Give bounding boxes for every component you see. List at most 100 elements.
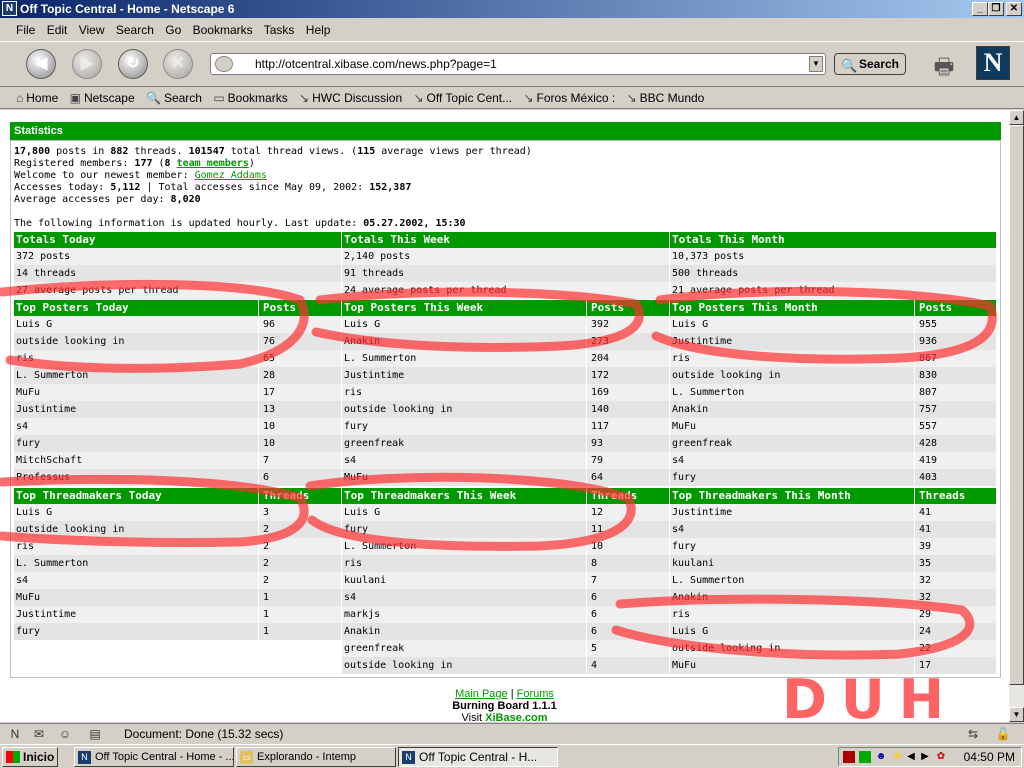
member-name[interactable]: kuulani	[672, 555, 914, 572]
member-name[interactable]: ris	[16, 538, 258, 555]
member-name[interactable]: ris	[16, 350, 258, 367]
task-off-topic-active[interactable]: N Off Topic Central - H...	[398, 747, 558, 767]
tray-icon[interactable]	[859, 751, 871, 763]
member-name[interactable]: MuFu	[16, 384, 258, 401]
member-name[interactable]: ris	[672, 606, 914, 623]
bookmark-foros[interactable]: ↘ Foros México :	[523, 87, 615, 109]
menu-tasks[interactable]: Tasks	[264, 23, 295, 37]
member-name[interactable]: Anakin	[344, 623, 586, 640]
scroll-down-icon[interactable]: ▼	[1009, 707, 1024, 722]
member-name[interactable]: fury	[672, 538, 914, 555]
member-name[interactable]: Luis G	[16, 504, 258, 521]
navigator-icon[interactable]: N	[6, 727, 24, 741]
member-name[interactable]: Luis G	[672, 623, 914, 640]
member-name[interactable]: ris	[344, 384, 586, 401]
bookmark-hwc[interactable]: ↘ HWC Discussion	[299, 87, 402, 109]
member-name[interactable]: Professus	[16, 469, 258, 486]
menu-help[interactable]: Help	[306, 23, 331, 37]
member-name[interactable]: markjs	[344, 606, 586, 623]
member-name[interactable]: Anakin	[672, 589, 914, 606]
member-name[interactable]: Anakin	[344, 333, 586, 350]
bookmark-bbc[interactable]: ↘ BBC Mundo	[627, 87, 705, 109]
back-arrow-icon[interactable]: ◀	[26, 49, 56, 79]
member-name[interactable]: MuFu	[344, 469, 586, 486]
scroll-up-icon[interactable]: ▲	[1009, 110, 1024, 125]
vertical-scrollbar[interactable]: ▲ ▼	[1009, 110, 1024, 722]
scroll-thumb[interactable]	[1009, 125, 1024, 685]
member-name[interactable]: fury	[344, 418, 586, 435]
member-name[interactable]: s4	[672, 521, 914, 538]
bookmark-netscape[interactable]: ▣ Netscape	[70, 87, 135, 109]
task-explorando[interactable]: ▭ Explorando - Intemp	[236, 747, 396, 767]
member-name[interactable]: MuFu	[672, 418, 914, 435]
member-name[interactable]: MuFu	[16, 589, 258, 606]
search-button[interactable]: 🔍 Search	[834, 53, 906, 75]
member-name[interactable]: Justintime	[16, 606, 258, 623]
member-name[interactable]: Luis G	[672, 316, 914, 333]
member-name[interactable]: L. Summerton	[672, 384, 914, 401]
member-name[interactable]: L. Summerton	[16, 555, 258, 572]
member-name[interactable]: MitchSchaft	[16, 452, 258, 469]
member-name[interactable]: fury	[16, 623, 258, 640]
netscape-logo[interactable]: N	[976, 46, 1010, 80]
member-name[interactable]: Luis G	[16, 316, 258, 333]
lock-icon[interactable]: 🔓	[994, 727, 1012, 741]
xibase-link[interactable]: XiBase.com	[485, 712, 547, 722]
forums-link[interactable]: Forums	[517, 688, 554, 700]
stop-icon[interactable]: ✕	[163, 49, 193, 79]
member-name[interactable]: greenfreak	[672, 435, 914, 452]
member-name[interactable]: L. Summerton	[344, 350, 586, 367]
menu-edit[interactable]: Edit	[47, 23, 68, 37]
menu-view[interactable]: View	[79, 23, 105, 37]
mail-icon[interactable]: ✉	[30, 727, 48, 741]
reload-icon[interactable]: ↻	[118, 49, 148, 79]
window-title-bar[interactable]: N Off Topic Central - Home - Netscape 6 …	[0, 0, 1024, 18]
tray-icon[interactable]	[843, 751, 855, 763]
tray-icon[interactable]: ⚡	[891, 751, 903, 763]
member-name[interactable]: outside looking in	[672, 367, 914, 384]
restore-button[interactable]: ❐	[988, 2, 1004, 16]
menu-search[interactable]: Search	[116, 23, 154, 37]
media-icon[interactable]: ▶	[919, 751, 931, 763]
close-button[interactable]: ✕	[1006, 2, 1022, 16]
member-name[interactable]: Justintime	[672, 333, 914, 350]
minimize-button[interactable]: _	[972, 2, 988, 16]
forward-arrow-icon[interactable]: ▶	[72, 49, 102, 79]
member-name[interactable]: outside looking in	[16, 521, 258, 538]
member-name[interactable]: s4	[16, 418, 258, 435]
member-name[interactable]: fury	[16, 435, 258, 452]
member-name[interactable]: L. Summerton	[672, 572, 914, 589]
member-name[interactable]: Justintime	[344, 367, 586, 384]
bookmarks-folder[interactable]: ▭ Bookmarks	[213, 87, 287, 109]
menu-file[interactable]: File	[16, 23, 35, 37]
member-name[interactable]: Justintime	[672, 504, 914, 521]
member-name[interactable]: fury	[672, 469, 914, 486]
member-name[interactable]: ris	[672, 350, 914, 367]
main-page-link[interactable]: Main Page	[455, 688, 508, 700]
member-name[interactable]: Luis G	[344, 504, 586, 521]
member-name[interactable]: greenfreak	[344, 640, 586, 657]
print-icon[interactable]: 🖶	[928, 50, 960, 79]
member-name[interactable]: greenfreak	[344, 435, 586, 452]
bookmark-home[interactable]: ⌂ Home	[16, 87, 58, 109]
member-name[interactable]: Anakin	[672, 401, 914, 418]
member-name[interactable]: Luis G	[344, 316, 586, 333]
member-name[interactable]: outside looking in	[16, 333, 258, 350]
bookmark-search[interactable]: 🔍 Search	[146, 87, 202, 109]
composer-icon[interactable]: ▤	[86, 727, 104, 741]
member-name[interactable]: outside looking in	[344, 401, 586, 418]
member-name[interactable]: s4	[672, 452, 914, 469]
menu-go[interactable]: Go	[165, 23, 181, 37]
bookmark-otc[interactable]: ↘ Off Topic Cent...	[413, 87, 512, 109]
member-name[interactable]: kuulani	[344, 572, 586, 589]
url-dropdown-icon[interactable]: ▼	[809, 56, 823, 72]
user-icon[interactable]: ☻	[875, 751, 887, 763]
member-name[interactable]: fury	[344, 521, 586, 538]
team-members-link[interactable]: team members	[177, 158, 249, 169]
member-name[interactable]: s4	[344, 452, 586, 469]
member-name[interactable]: s4	[344, 589, 586, 606]
member-name[interactable]: outside looking in	[672, 640, 914, 657]
member-name[interactable]: s4	[16, 572, 258, 589]
menu-bookmarks[interactable]: Bookmarks	[193, 23, 253, 37]
member-name[interactable]: ris	[344, 555, 586, 572]
